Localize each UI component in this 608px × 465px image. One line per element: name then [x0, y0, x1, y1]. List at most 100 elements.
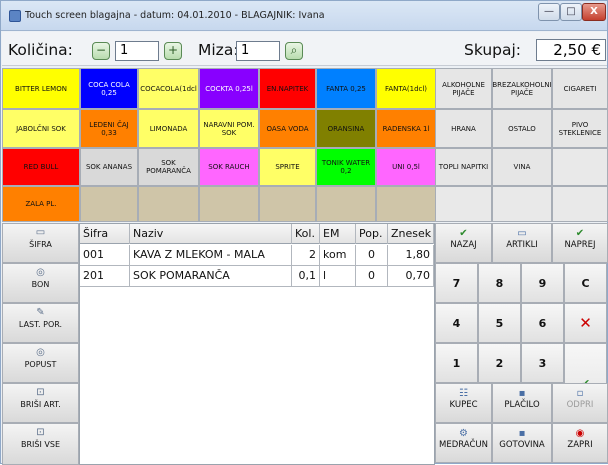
category-label: HRANA — [451, 124, 476, 133]
category-button[interactable]: CIGARETI — [552, 68, 608, 109]
app-icon — [9, 10, 21, 22]
minimize-button[interactable]: — — [538, 3, 560, 21]
action-label: PLAČILO — [504, 400, 540, 410]
quantity-input[interactable]: 1 — [115, 41, 159, 61]
empty-category-slot — [552, 186, 608, 222]
side-button--ifra[interactable]: ▭ ŠIFRA — [2, 223, 79, 263]
product-button[interactable]: EN.NAPITEK — [259, 68, 316, 109]
product-button[interactable]: UNI 0,5l — [376, 148, 436, 186]
action-icon: ◉ — [575, 428, 585, 439]
keypad-key[interactable]: 1 — [435, 343, 478, 383]
product-button[interactable]: OASA VODA — [259, 109, 316, 148]
product-button[interactable]: TONIK WATER 0,2 — [316, 148, 376, 186]
table-number-input[interactable]: 1 — [236, 41, 280, 61]
table-cell: 0 — [356, 245, 388, 265]
category-button[interactable]: BREZALKOHOLNI PIJAČE — [492, 68, 552, 109]
nav-button-nazaj[interactable]: ✔ NAZAJ — [435, 223, 492, 263]
category-button[interactable]: HRANA — [435, 109, 492, 148]
category-button[interactable]: OSTALO — [492, 109, 552, 148]
product-button[interactable]: SOK RAUCH — [199, 148, 259, 186]
title-bar: Touch screen blagajna - datum: 04.01.201… — [1, 1, 607, 31]
side-button-bri-i-art-[interactable]: ⊡ BRIŠI ART. — [2, 383, 79, 423]
product-button[interactable]: FANTA(1dcl) — [376, 68, 436, 109]
category-button[interactable]: PIVO STEKLENICE — [552, 109, 608, 148]
action-button-kupec[interactable]: ☷ KUPEC — [435, 383, 492, 423]
product-button[interactable]: COCACOLA(1dcl — [138, 68, 199, 109]
action-icon: ⚙ — [459, 428, 468, 439]
keypad-key[interactable]: 3 — [521, 343, 564, 383]
nav-label: ARTIKLI — [506, 240, 538, 250]
category-label: BREZALKOHOLNI PIJAČE — [492, 80, 552, 97]
maximize-button[interactable]: □ — [560, 3, 582, 21]
product-button[interactable]: SOK ANANAS — [80, 148, 138, 186]
product-label: RADENSKA 1l — [382, 124, 430, 133]
action-button-gotovina[interactable]: ▪ GOTOVINA — [492, 423, 552, 463]
category-button[interactable]: ALKOHOLNE PIJAČE — [435, 68, 492, 109]
nav-label: NAZAJ — [450, 240, 477, 250]
side-button-last-por-[interactable]: ✎ LAST. POR. — [2, 303, 79, 343]
keypad-key[interactable]: 6 — [521, 303, 564, 343]
action-icon: ▪ — [518, 388, 526, 399]
action-button-plačilo[interactable]: ▪ PLAČILO — [492, 383, 552, 423]
product-label: ORANSINA — [327, 124, 365, 133]
column-header[interactable]: Kol. — [292, 224, 320, 244]
side-label: POPUST — [24, 360, 57, 369]
keypad-key[interactable]: 5 — [478, 303, 521, 343]
product-button[interactable]: RADENSKA 1l — [376, 109, 436, 148]
column-header[interactable]: Šifra — [80, 224, 130, 244]
table-row[interactable]: 201 SOK POMARANČA 0,1 l 0 0,70 — [80, 266, 434, 287]
nav-button-artikli[interactable]: ▭ ARTIKLI — [492, 223, 552, 263]
product-label: RED BULL — [23, 163, 59, 171]
keypad-key[interactable]: 7 — [435, 263, 478, 303]
product-button[interactable]: LIMONADA — [138, 109, 199, 148]
product-button[interactable]: SPRITE — [259, 148, 316, 186]
product-label: FANTA(1dcl) — [384, 84, 428, 93]
category-label: CIGARETI — [563, 84, 597, 93]
nav-button-naprej[interactable]: ✔ NAPREJ — [552, 223, 608, 263]
product-button[interactable]: ZALA PL. — [2, 186, 80, 222]
search-button[interactable]: ⌕ — [285, 42, 303, 60]
product-button[interactable]: RED BULL — [2, 148, 80, 186]
keypad-key[interactable]: 2 — [478, 343, 521, 383]
keypad-key[interactable]: C — [564, 263, 607, 303]
empty-product-slot — [376, 186, 436, 222]
column-header[interactable]: EM — [320, 224, 356, 244]
product-label: UNI 0,5l — [392, 163, 420, 171]
product-label: TONIK WATER 0,2 — [321, 159, 371, 175]
minus-button[interactable]: − — [92, 42, 110, 60]
action-button-zapri[interactable]: ◉ ZAPRI — [552, 423, 608, 463]
product-button[interactable]: COCKTA 0,25l — [199, 68, 259, 109]
product-button[interactable]: FANTA 0,25 — [316, 68, 376, 109]
keypad-key[interactable]: ✕ — [564, 303, 607, 343]
product-button[interactable]: ORANSINA — [316, 109, 376, 148]
column-header[interactable]: Znesek — [388, 224, 434, 244]
product-label: JABOLČNI SOK — [16, 124, 66, 133]
side-button-bri-i-vse[interactable]: ⊡ BRIŠI VSE — [2, 423, 79, 465]
table-row[interactable]: 001 KAVA Z MLEKOM - MALA 2 kom 0 1,80 — [80, 245, 434, 266]
product-button[interactable]: LEDENI ČAJ 0,33 — [80, 109, 138, 148]
keypad-key[interactable]: 8 — [478, 263, 521, 303]
category-button[interactable]: TOPLI NAPITKI — [435, 148, 492, 186]
keypad-key[interactable]: 9 — [521, 263, 564, 303]
product-button[interactable]: SOK POMARANČA — [138, 148, 199, 186]
side-button-popust[interactable]: ◎ POPUST — [2, 343, 79, 383]
nav-label: NAPREJ — [564, 240, 596, 250]
category-button[interactable]: VINA — [492, 148, 552, 186]
action-icon: ▫ — [576, 388, 584, 399]
product-button[interactable]: NARAVNI POM. SOK — [199, 109, 259, 148]
close-button[interactable]: X — [582, 3, 606, 21]
column-header[interactable]: Pop. — [356, 224, 388, 244]
side-button-bon[interactable]: ◎ BON — [2, 263, 79, 303]
plus-button[interactable]: + — [164, 42, 182, 60]
side-label: LAST. POR. — [18, 320, 63, 329]
product-button[interactable]: JABOLČNI SOK — [2, 109, 80, 148]
column-header[interactable]: Naziv — [130, 224, 292, 244]
product-label: ZALA PL. — [25, 200, 57, 208]
product-button[interactable]: BITTER LEMON — [2, 68, 80, 109]
product-label: EN.NAPITEK — [266, 84, 309, 93]
action-button-medračun[interactable]: ⚙ MEDRAČUN — [435, 423, 492, 463]
keypad-key[interactable]: 4 — [435, 303, 478, 343]
empty-product-slot — [199, 186, 259, 222]
product-button[interactable]: COCA COLA 0,25 — [80, 68, 138, 109]
pos-window: Touch screen blagajna - datum: 04.01.201… — [0, 0, 608, 465]
